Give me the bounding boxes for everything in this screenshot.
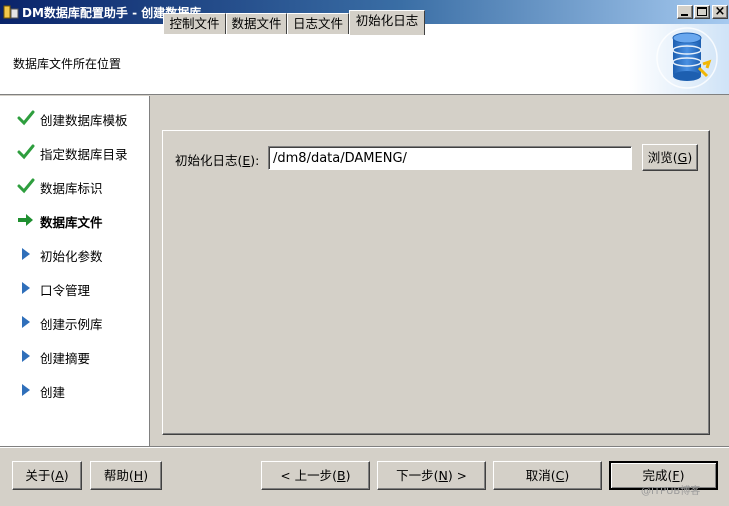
- next-text: 下一步(: [396, 468, 439, 483]
- database-gear-icon: [629, 24, 729, 94]
- step-label: 初始化参数: [40, 249, 103, 264]
- triangle-right-icon: [22, 350, 30, 362]
- step-db-identity: 数据库标识: [0, 173, 150, 197]
- tab-control-files[interactable]: 控制文件: [163, 13, 226, 34]
- page-title: 数据库文件所在位置: [13, 57, 122, 71]
- help-text: 帮助(: [103, 468, 134, 483]
- finish-suffix: ): [679, 468, 685, 483]
- step-init-params: 初始化参数: [0, 241, 150, 265]
- browse-text: 浏览(: [647, 150, 678, 165]
- help-suffix: ): [143, 468, 149, 483]
- step-label: 口令管理: [40, 283, 91, 298]
- step-db-files: 数据库文件: [0, 207, 150, 231]
- step-db-directory: 指定数据库目录: [0, 139, 150, 163]
- watermark: @ITPUB博客: [641, 486, 701, 497]
- maximize-icon: [697, 7, 707, 16]
- finish-text: 完成(: [642, 468, 673, 483]
- about-text: 关于(: [25, 468, 56, 483]
- about-button[interactable]: 关于(A): [12, 461, 82, 490]
- check-icon: [17, 110, 35, 126]
- step-create-template: 创建数据库模板: [0, 105, 150, 129]
- check-icon: [17, 144, 35, 160]
- finish-mnemonic: F: [672, 468, 680, 483]
- cancel-button[interactable]: 取消(C): [493, 461, 602, 490]
- step-sample-db: 创建示例库: [0, 309, 150, 333]
- step-label: 创建示例库: [40, 317, 103, 332]
- chevron-left-icon: <: [280, 469, 291, 483]
- help-button[interactable]: 帮助(H): [90, 461, 162, 490]
- next-button[interactable]: 下一步(N) >: [377, 461, 486, 490]
- step-label: 创建: [40, 385, 66, 400]
- step-label: 指定数据库目录: [40, 147, 128, 162]
- browse-button[interactable]: 浏览(G): [642, 144, 698, 171]
- triangle-right-icon: [22, 384, 30, 396]
- next-mnemonic: N: [438, 468, 448, 483]
- step-label: 创建数据库模板: [40, 113, 128, 128]
- step-password: 口令管理: [0, 275, 150, 299]
- prev-suffix: ): [345, 468, 351, 483]
- minimize-button[interactable]: [677, 5, 693, 19]
- next-suffix: ): [447, 468, 453, 483]
- triangle-right-icon: [22, 316, 30, 328]
- app-icon: [3, 5, 19, 19]
- arrow-right-icon: [18, 214, 33, 226]
- triangle-right-icon: [22, 248, 30, 260]
- triangle-right-icon: [22, 282, 30, 294]
- about-suffix: ): [63, 468, 69, 483]
- init-log-label-suffix: ):: [250, 153, 260, 168]
- maximize-button[interactable]: [694, 5, 710, 19]
- chevron-right-icon: >: [456, 469, 467, 483]
- step-label: 数据库标识: [40, 181, 103, 196]
- tab-log-files[interactable]: 日志文件: [287, 13, 349, 34]
- tab-panel-init-log: [162, 130, 710, 435]
- step-summary: 创建摘要: [0, 343, 150, 367]
- check-icon: [17, 178, 35, 194]
- cancel-suffix: ): [564, 468, 570, 483]
- prev-button[interactable]: < 上一步(B): [261, 461, 370, 490]
- footer-separator: [0, 446, 729, 448]
- init-log-label-text: 初始化日志(: [175, 153, 243, 168]
- tab-data-files[interactable]: 数据文件: [226, 13, 287, 34]
- wizard-steps: 创建数据库模板 指定数据库目录 数据库标识 数据库文件 初始化参数 口令管理 创…: [0, 96, 150, 446]
- minimize-icon: [681, 14, 688, 16]
- cancel-text: 取消(: [525, 468, 556, 483]
- close-icon: ×: [714, 4, 726, 19]
- step-label: 数据库文件: [40, 215, 103, 230]
- prev-mnemonic: B: [336, 468, 346, 483]
- close-button[interactable]: ×: [712, 4, 728, 19]
- help-mnemonic: H: [133, 468, 144, 483]
- init-log-label: 初始化日志(E):: [175, 150, 259, 169]
- about-mnemonic: A: [55, 468, 64, 483]
- step-create: 创建: [0, 377, 150, 401]
- browse-mnemonic: G: [677, 150, 688, 165]
- tab-init-log[interactable]: 初始化日志: [349, 10, 425, 35]
- browse-suffix: ): [687, 150, 693, 165]
- init-log-path-input[interactable]: [268, 146, 632, 170]
- prev-text: 上一步(: [294, 468, 337, 483]
- step-label: 创建摘要: [40, 351, 91, 366]
